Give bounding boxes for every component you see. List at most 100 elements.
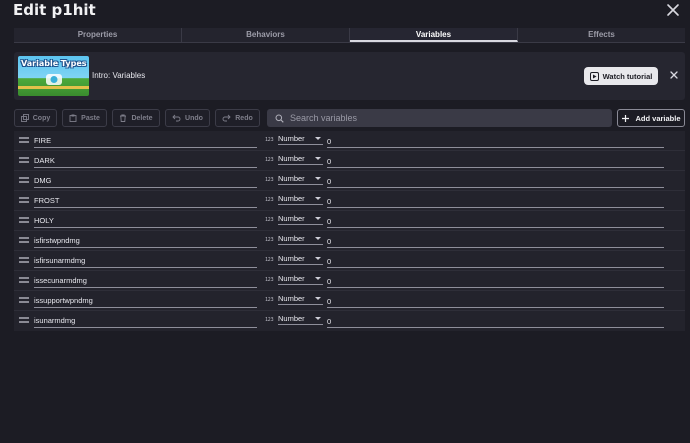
- variable-value-field[interactable]: 0: [327, 316, 664, 328]
- variable-type-select[interactable]: Number: [278, 133, 323, 145]
- tab-properties[interactable]: Properties: [14, 28, 182, 42]
- variable-type-select[interactable]: Number: [278, 173, 323, 185]
- variable-type-select[interactable]: Number: [278, 233, 323, 245]
- delete-button[interactable]: Delete: [112, 109, 160, 127]
- variable-row: issupportwpndmg 123 Number 0: [14, 291, 685, 311]
- tutorial-thumbnail[interactable]: Variable Types: [18, 56, 89, 96]
- variable-row: DARK 123 Number 0: [14, 151, 685, 171]
- redo-button[interactable]: Redo: [215, 109, 260, 127]
- drag-handle-icon[interactable]: [19, 277, 29, 283]
- variable-name-field[interactable]: isfirstwpndmg: [34, 236, 257, 248]
- variable-row: issecunarmdmg 123 Number 0: [14, 271, 685, 291]
- number-type-icon: 123: [265, 177, 274, 183]
- number-type-icon: 123: [265, 217, 274, 223]
- drag-handle-icon[interactable]: [19, 237, 29, 243]
- number-type-icon: 123: [265, 157, 274, 163]
- variable-type-label: Number: [278, 174, 305, 183]
- search-box[interactable]: [267, 109, 612, 127]
- variable-row: FIRE 123 Number 0: [14, 131, 685, 151]
- variable-value-field[interactable]: 0: [327, 196, 664, 208]
- plus-icon: [622, 114, 630, 122]
- variable-name-field[interactable]: HOLY: [34, 216, 257, 228]
- paste-label: Paste: [81, 114, 100, 122]
- variable-value-field[interactable]: 0: [327, 156, 664, 168]
- variable-name-field[interactable]: FROST: [34, 196, 257, 208]
- undo-button[interactable]: Undo: [165, 109, 210, 127]
- tab-variables[interactable]: Variables: [350, 28, 518, 42]
- variable-type-select[interactable]: Number: [278, 293, 323, 305]
- drag-handle-icon[interactable]: [19, 297, 29, 303]
- number-type-icon: 123: [265, 257, 274, 263]
- paste-button[interactable]: Paste: [62, 109, 107, 127]
- copy-button[interactable]: Copy: [14, 109, 57, 127]
- chevron-down-icon: [315, 177, 321, 180]
- drag-handle-icon[interactable]: [19, 177, 29, 183]
- variable-type-label: Number: [278, 194, 305, 203]
- thumbnail-art-icon: [46, 74, 62, 85]
- variable-row: isfirsunarmdmg 123 Number 0: [14, 251, 685, 271]
- watch-tutorial-button[interactable]: Watch tutorial: [584, 67, 658, 85]
- chevron-down-icon: [315, 157, 321, 160]
- drag-handle-icon[interactable]: [19, 157, 29, 163]
- tab-effects[interactable]: Effects: [518, 28, 685, 42]
- search-input[interactable]: [290, 113, 590, 123]
- variable-name-field[interactable]: DARK: [34, 156, 257, 168]
- variable-name-field[interactable]: DMG: [34, 176, 257, 188]
- tutorial-title: Intro: Variables: [92, 71, 146, 80]
- tutorial-banner: Variable Types Intro: Variables Watch tu…: [14, 52, 685, 100]
- redo-icon: [222, 114, 231, 122]
- variable-type-select[interactable]: Number: [278, 253, 323, 265]
- redo-label: Redo: [235, 114, 253, 122]
- variable-type-select[interactable]: Number: [278, 213, 323, 225]
- variable-type-label: Number: [278, 154, 305, 163]
- chevron-down-icon: [315, 277, 321, 280]
- play-icon: [589, 71, 599, 81]
- drag-handle-icon[interactable]: [19, 217, 29, 223]
- chevron-down-icon: [315, 137, 321, 140]
- thumbnail-ground: [18, 86, 89, 89]
- chevron-down-icon: [315, 217, 321, 220]
- variable-value-field[interactable]: 0: [327, 276, 664, 288]
- drag-handle-icon[interactable]: [19, 257, 29, 263]
- variable-value-field[interactable]: 0: [327, 256, 664, 268]
- number-type-icon: 123: [265, 297, 274, 303]
- drag-handle-icon[interactable]: [19, 197, 29, 203]
- trash-icon: [120, 114, 127, 122]
- variable-value-field[interactable]: 0: [327, 216, 664, 228]
- number-type-icon: 123: [265, 277, 274, 283]
- variable-name-field[interactable]: isunarmdmg: [34, 316, 257, 328]
- chevron-down-icon: [315, 197, 321, 200]
- variable-type-label: Number: [278, 234, 305, 243]
- tab-behaviors[interactable]: Behaviors: [182, 28, 350, 42]
- drag-handle-icon[interactable]: [19, 317, 29, 323]
- variable-type-select[interactable]: Number: [278, 153, 323, 165]
- copy-label: Copy: [32, 114, 51, 122]
- chevron-down-icon: [315, 317, 321, 320]
- variable-type-select[interactable]: Number: [278, 273, 323, 285]
- variable-value-field[interactable]: 0: [327, 236, 664, 248]
- chevron-down-icon: [315, 237, 321, 240]
- number-type-icon: 123: [265, 137, 274, 143]
- variable-name-field[interactable]: FIRE: [34, 136, 257, 148]
- variable-value-field[interactable]: 0: [327, 136, 664, 148]
- variable-value-field[interactable]: 0: [327, 176, 664, 188]
- variable-row: DMG 123 Number 0: [14, 171, 685, 191]
- title-bar: Edit p1hit: [0, 0, 690, 24]
- number-type-icon: 123: [265, 237, 274, 243]
- variable-value-field[interactable]: 0: [327, 296, 664, 308]
- drag-handle-icon[interactable]: [19, 137, 29, 143]
- variable-row: isfirstwpndmg 123 Number 0: [14, 231, 685, 251]
- paste-icon: [69, 114, 77, 122]
- close-icon[interactable]: [666, 3, 680, 17]
- variable-type-select[interactable]: Number: [278, 313, 323, 325]
- variables-toolbar: Copy Paste Delete Undo Redo Search varia…: [14, 109, 685, 127]
- variable-type-select[interactable]: Number: [278, 193, 323, 205]
- close-icon[interactable]: [669, 70, 679, 80]
- variable-name-field[interactable]: issecunarmdmg: [34, 276, 257, 288]
- variable-type-label: Number: [278, 314, 305, 323]
- variable-name-field[interactable]: issupportwpndmg: [34, 296, 257, 308]
- dialog-title: Edit p1hit: [13, 1, 96, 19]
- variable-row: FROST 123 Number 0: [14, 191, 685, 211]
- variable-name-field[interactable]: isfirsunarmdmg: [34, 256, 257, 268]
- add-variable-button[interactable]: Add variable: [617, 109, 685, 127]
